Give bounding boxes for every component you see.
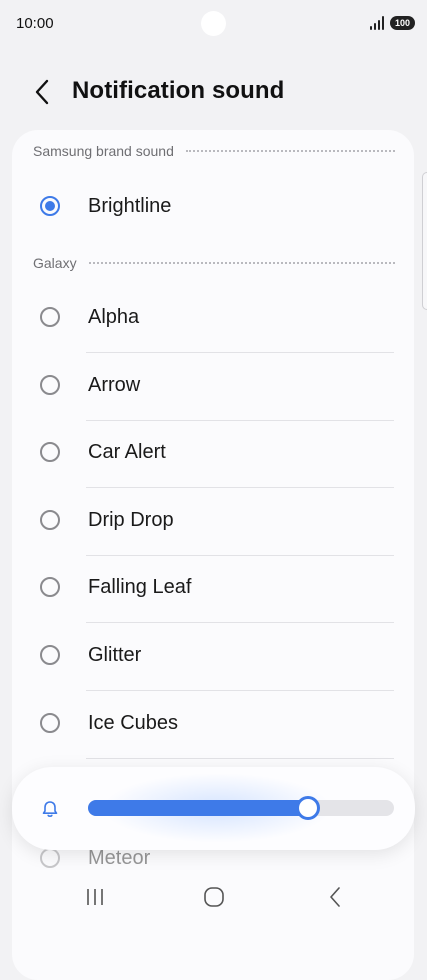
list-item-label: Alpha [88,306,140,328]
radio-icon[interactable] [40,307,60,327]
back-button[interactable] [26,76,58,108]
item-divider [86,758,394,759]
camera-cutout [201,11,226,36]
notification-volume-button[interactable] [38,797,62,821]
list-item-brightline[interactable]: Brightline [12,174,414,242]
scrollbar[interactable] [422,172,427,310]
radio-icon[interactable] [40,577,60,597]
signal-icon [370,16,386,30]
list-item-arrow[interactable]: Arrow [12,353,414,421]
section-header-samsung-brand: Samsung brand sound [33,141,395,161]
radio-icon[interactable] [40,848,60,868]
list-item-falling-leaf[interactable]: Falling Leaf [12,555,414,623]
section-label: Samsung brand sound [33,143,174,159]
radio-icon[interactable] [40,442,60,462]
status-time: 10:00 [16,15,54,32]
nav-back-button[interactable] [315,882,355,912]
list-item-label: Drip Drop [88,509,174,531]
volume-slider-fill [88,800,308,816]
volume-slider-thumb[interactable] [296,796,320,820]
battery-level: 100 [394,18,411,28]
section-label: Galaxy [33,255,77,271]
list-item-ice-cubes[interactable]: Ice Cubes [12,691,414,759]
list-item-label: Glitter [88,644,142,666]
list-item-car-alert[interactable]: Car Alert [12,420,414,488]
volume-panel [12,767,415,850]
navigation-bar [0,868,427,926]
status-bar: 10:00 100 [0,0,427,48]
list-item-label: Brightline [88,195,172,217]
radio-icon[interactable] [40,645,60,665]
list-item-label: Arrow [88,374,141,396]
list-item-drip-drop[interactable]: Drip Drop [12,488,414,556]
bell-icon [42,801,58,817]
list-item-glitter[interactable]: Glitter [12,623,414,691]
page-title: Notification sound [72,77,285,104]
section-header-galaxy: Galaxy [33,253,395,273]
radio-icon[interactable] [40,375,60,395]
section-divider [88,262,395,264]
list-item-label: Falling Leaf [88,576,192,598]
volume-slider[interactable] [88,796,394,820]
back-icon [330,887,340,907]
section-divider [185,150,395,152]
list-item-label: Ice Cubes [88,712,179,734]
radio-selected-icon[interactable] [40,196,60,216]
radio-icon[interactable] [40,713,60,733]
recent-apps-button[interactable] [75,882,115,912]
home-button[interactable] [194,882,234,912]
list-item-label: Car Alert [88,441,166,463]
battery-icon: 100 [390,16,415,30]
home-icon [204,887,224,907]
recent-apps-icon [87,889,103,905]
header: Notification sound [0,60,427,124]
list-item-alpha[interactable]: Alpha [12,285,414,353]
radio-icon[interactable] [40,510,60,530]
list-item-label: Meteor [88,847,151,869]
chevron-left-icon [35,79,49,105]
